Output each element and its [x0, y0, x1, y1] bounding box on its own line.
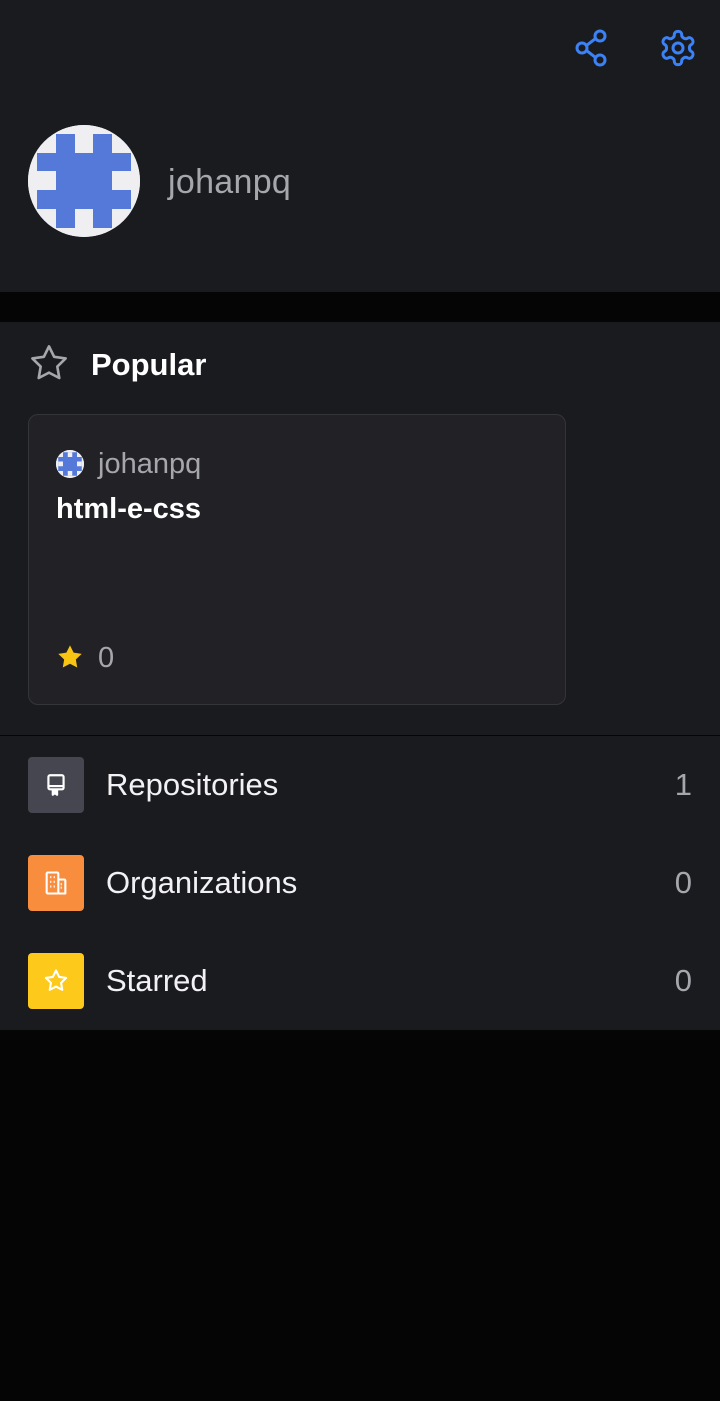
- profile-menu-list: Repositories 1 Organizations 0 Starred 0: [0, 736, 720, 1030]
- star-icon: [44, 969, 68, 991]
- gear-icon: [661, 29, 695, 67]
- repo-star-count: 0: [98, 642, 115, 674]
- starred-icon-box: [28, 953, 84, 1009]
- menu-item-count: 1: [674, 767, 692, 802]
- profile-username: johanpq: [168, 163, 292, 201]
- menu-item-starred[interactable]: Starred 0: [0, 932, 720, 1030]
- repo-icon-box: [28, 757, 84, 813]
- profile-screen: johanpq Popular johanpq html-e-css 0 Rep…: [0, 0, 720, 1401]
- repo-icon: [47, 774, 65, 796]
- section-title: Popular: [91, 347, 207, 382]
- organization-icon-box: [28, 855, 84, 911]
- share-button[interactable]: [568, 24, 616, 72]
- menu-item-label: Starred: [106, 963, 208, 998]
- star-outline-icon: [31, 345, 67, 380]
- settings-button[interactable]: [654, 24, 702, 72]
- repo-owner: johanpq: [98, 448, 202, 480]
- share-icon: [575, 29, 607, 67]
- menu-item-organizations[interactable]: Organizations 0: [0, 834, 720, 932]
- identicon-image: [56, 450, 84, 478]
- organization-icon: [45, 871, 67, 895]
- menu-item-label: Repositories: [106, 767, 279, 802]
- owner-avatar: [56, 450, 84, 478]
- popular-section: Popular johanpq html-e-css 0: [0, 322, 720, 735]
- profile-header: johanpq: [0, 0, 720, 292]
- menu-item-repositories[interactable]: Repositories 1: [0, 736, 720, 834]
- star-filled-icon: [58, 645, 82, 668]
- popular-repo-card[interactable]: johanpq html-e-css 0: [28, 414, 566, 705]
- identicon-image: [28, 125, 140, 237]
- menu-item-count: 0: [674, 865, 692, 900]
- menu-item-count: 0: [674, 963, 692, 998]
- avatar[interactable]: [28, 125, 140, 237]
- repo-name: html-e-css: [56, 493, 202, 525]
- menu-item-label: Organizations: [106, 865, 298, 900]
